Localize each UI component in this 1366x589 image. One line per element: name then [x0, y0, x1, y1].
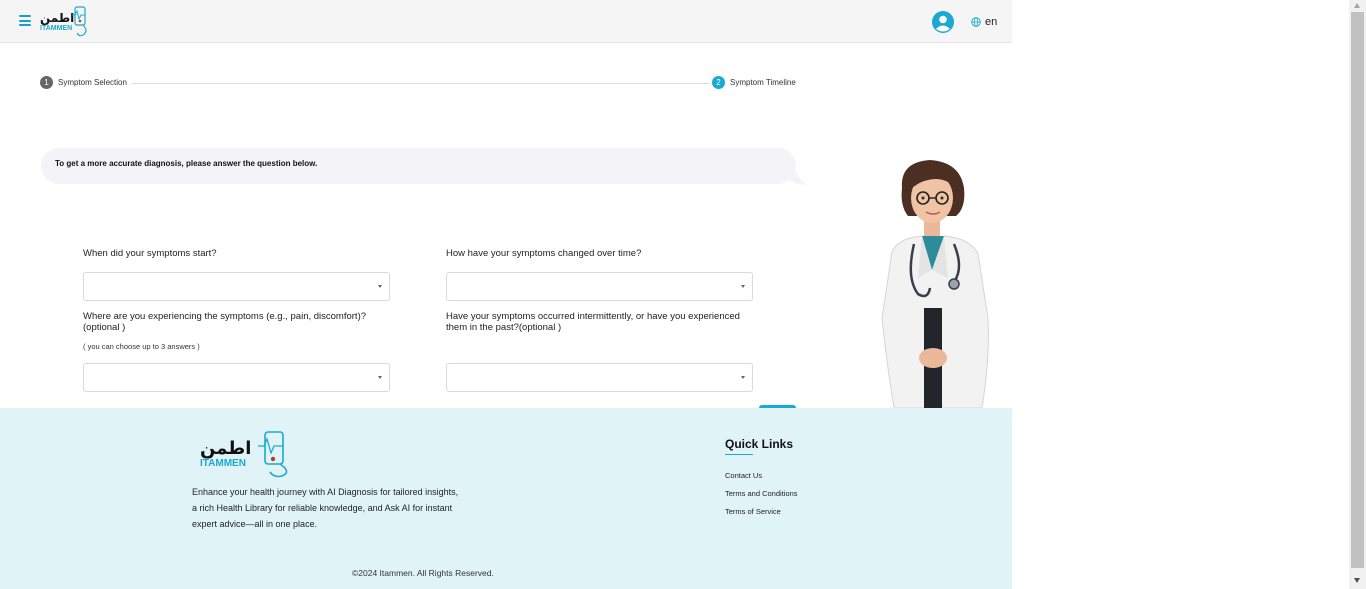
footer-logo-text: ITAMMEN [200, 458, 246, 469]
top-header: اطمن ITAMMEN en [0, 0, 1012, 43]
scroll-up-arrow-icon[interactable] [1354, 3, 1360, 8]
prompt-text: To get a more accurate diagnosis, please… [55, 159, 318, 168]
logo-arabic-text: اطمن [40, 11, 74, 25]
step-number: 1 [40, 76, 53, 89]
itammen-logo[interactable]: اطمن ITAMMEN [39, 5, 91, 37]
footer-description: Enhance your health journey with AI Diag… [192, 484, 472, 532]
page: اطمن ITAMMEN en 1 Symptom Selection 2 Sy… [0, 0, 1012, 589]
question-label: When did your symptoms start? [83, 248, 217, 259]
step-number: 2 [712, 76, 725, 89]
question-hint: ( you can choose up to 3 answers ) [83, 342, 200, 351]
footer-description-line: expert advice—all in one place. [192, 519, 318, 529]
step-label: Symptom Selection [58, 78, 127, 87]
quick-links-title: Quick Links [725, 437, 794, 451]
stepper-connector [132, 83, 710, 84]
doctor-illustration [881, 160, 989, 408]
scroll-down-arrow-icon[interactable] [1354, 578, 1360, 583]
vertical-scrollbar[interactable] [1349, 0, 1366, 589]
question-label: Have your symptoms occurred intermittent… [446, 311, 740, 333]
footer-logo[interactable]: اطمن ITAMMEN [198, 430, 296, 478]
footer-description-line: Enhance your health journey with AI Diag… [192, 487, 459, 497]
footer-description-line: a rich Health Library for reliable knowl… [192, 503, 453, 513]
footer-logo-arabic: اطمن [200, 438, 251, 459]
contact-us-link[interactable]: Contact Us [725, 471, 762, 480]
chevron-down-icon [378, 376, 382, 379]
scrollbar-thumb[interactable] [1351, 12, 1364, 568]
logo-text: ITAMMEN [40, 25, 72, 32]
copyright-text: ©2024 Itammen. All Rights Reserved. [352, 568, 494, 578]
chevron-down-icon [378, 285, 382, 288]
bubble-tail [785, 170, 807, 185]
symptom-change-select[interactable] [446, 272, 753, 301]
progress-stepper: 1 Symptom Selection 2 Symptom Timeline [40, 76, 796, 90]
quick-links-underline [725, 454, 753, 455]
symptom-start-select[interactable] [83, 272, 390, 301]
step-symptom-selection[interactable]: 1 Symptom Selection [40, 76, 127, 89]
terms-and-conditions-link[interactable]: Terms and Conditions [725, 489, 798, 498]
language-selector[interactable]: en [971, 15, 997, 29]
step-symptom-timeline[interactable]: 2 Symptom Timeline [712, 76, 796, 89]
user-avatar-icon[interactable] [932, 11, 954, 33]
assistant-prompt-bubble: To get a more accurate diagnosis, please… [41, 148, 796, 184]
language-label: en [985, 16, 998, 28]
question-label: Where are you experiencing the symptoms … [83, 311, 367, 333]
site-footer: اطمن ITAMMEN Enhance your health journey… [0, 408, 1012, 589]
symptom-location-select[interactable] [83, 363, 390, 392]
globe-icon [971, 17, 981, 27]
hamburger-menu-icon[interactable] [19, 15, 31, 26]
terms-of-service-link[interactable]: Terms of Service [725, 507, 781, 516]
question-label: How have your symptoms changed over time… [446, 248, 642, 259]
chevron-down-icon [741, 376, 745, 379]
chevron-down-icon [741, 285, 745, 288]
symptom-history-select[interactable] [446, 363, 753, 392]
step-label: Symptom Timeline [730, 78, 796, 87]
